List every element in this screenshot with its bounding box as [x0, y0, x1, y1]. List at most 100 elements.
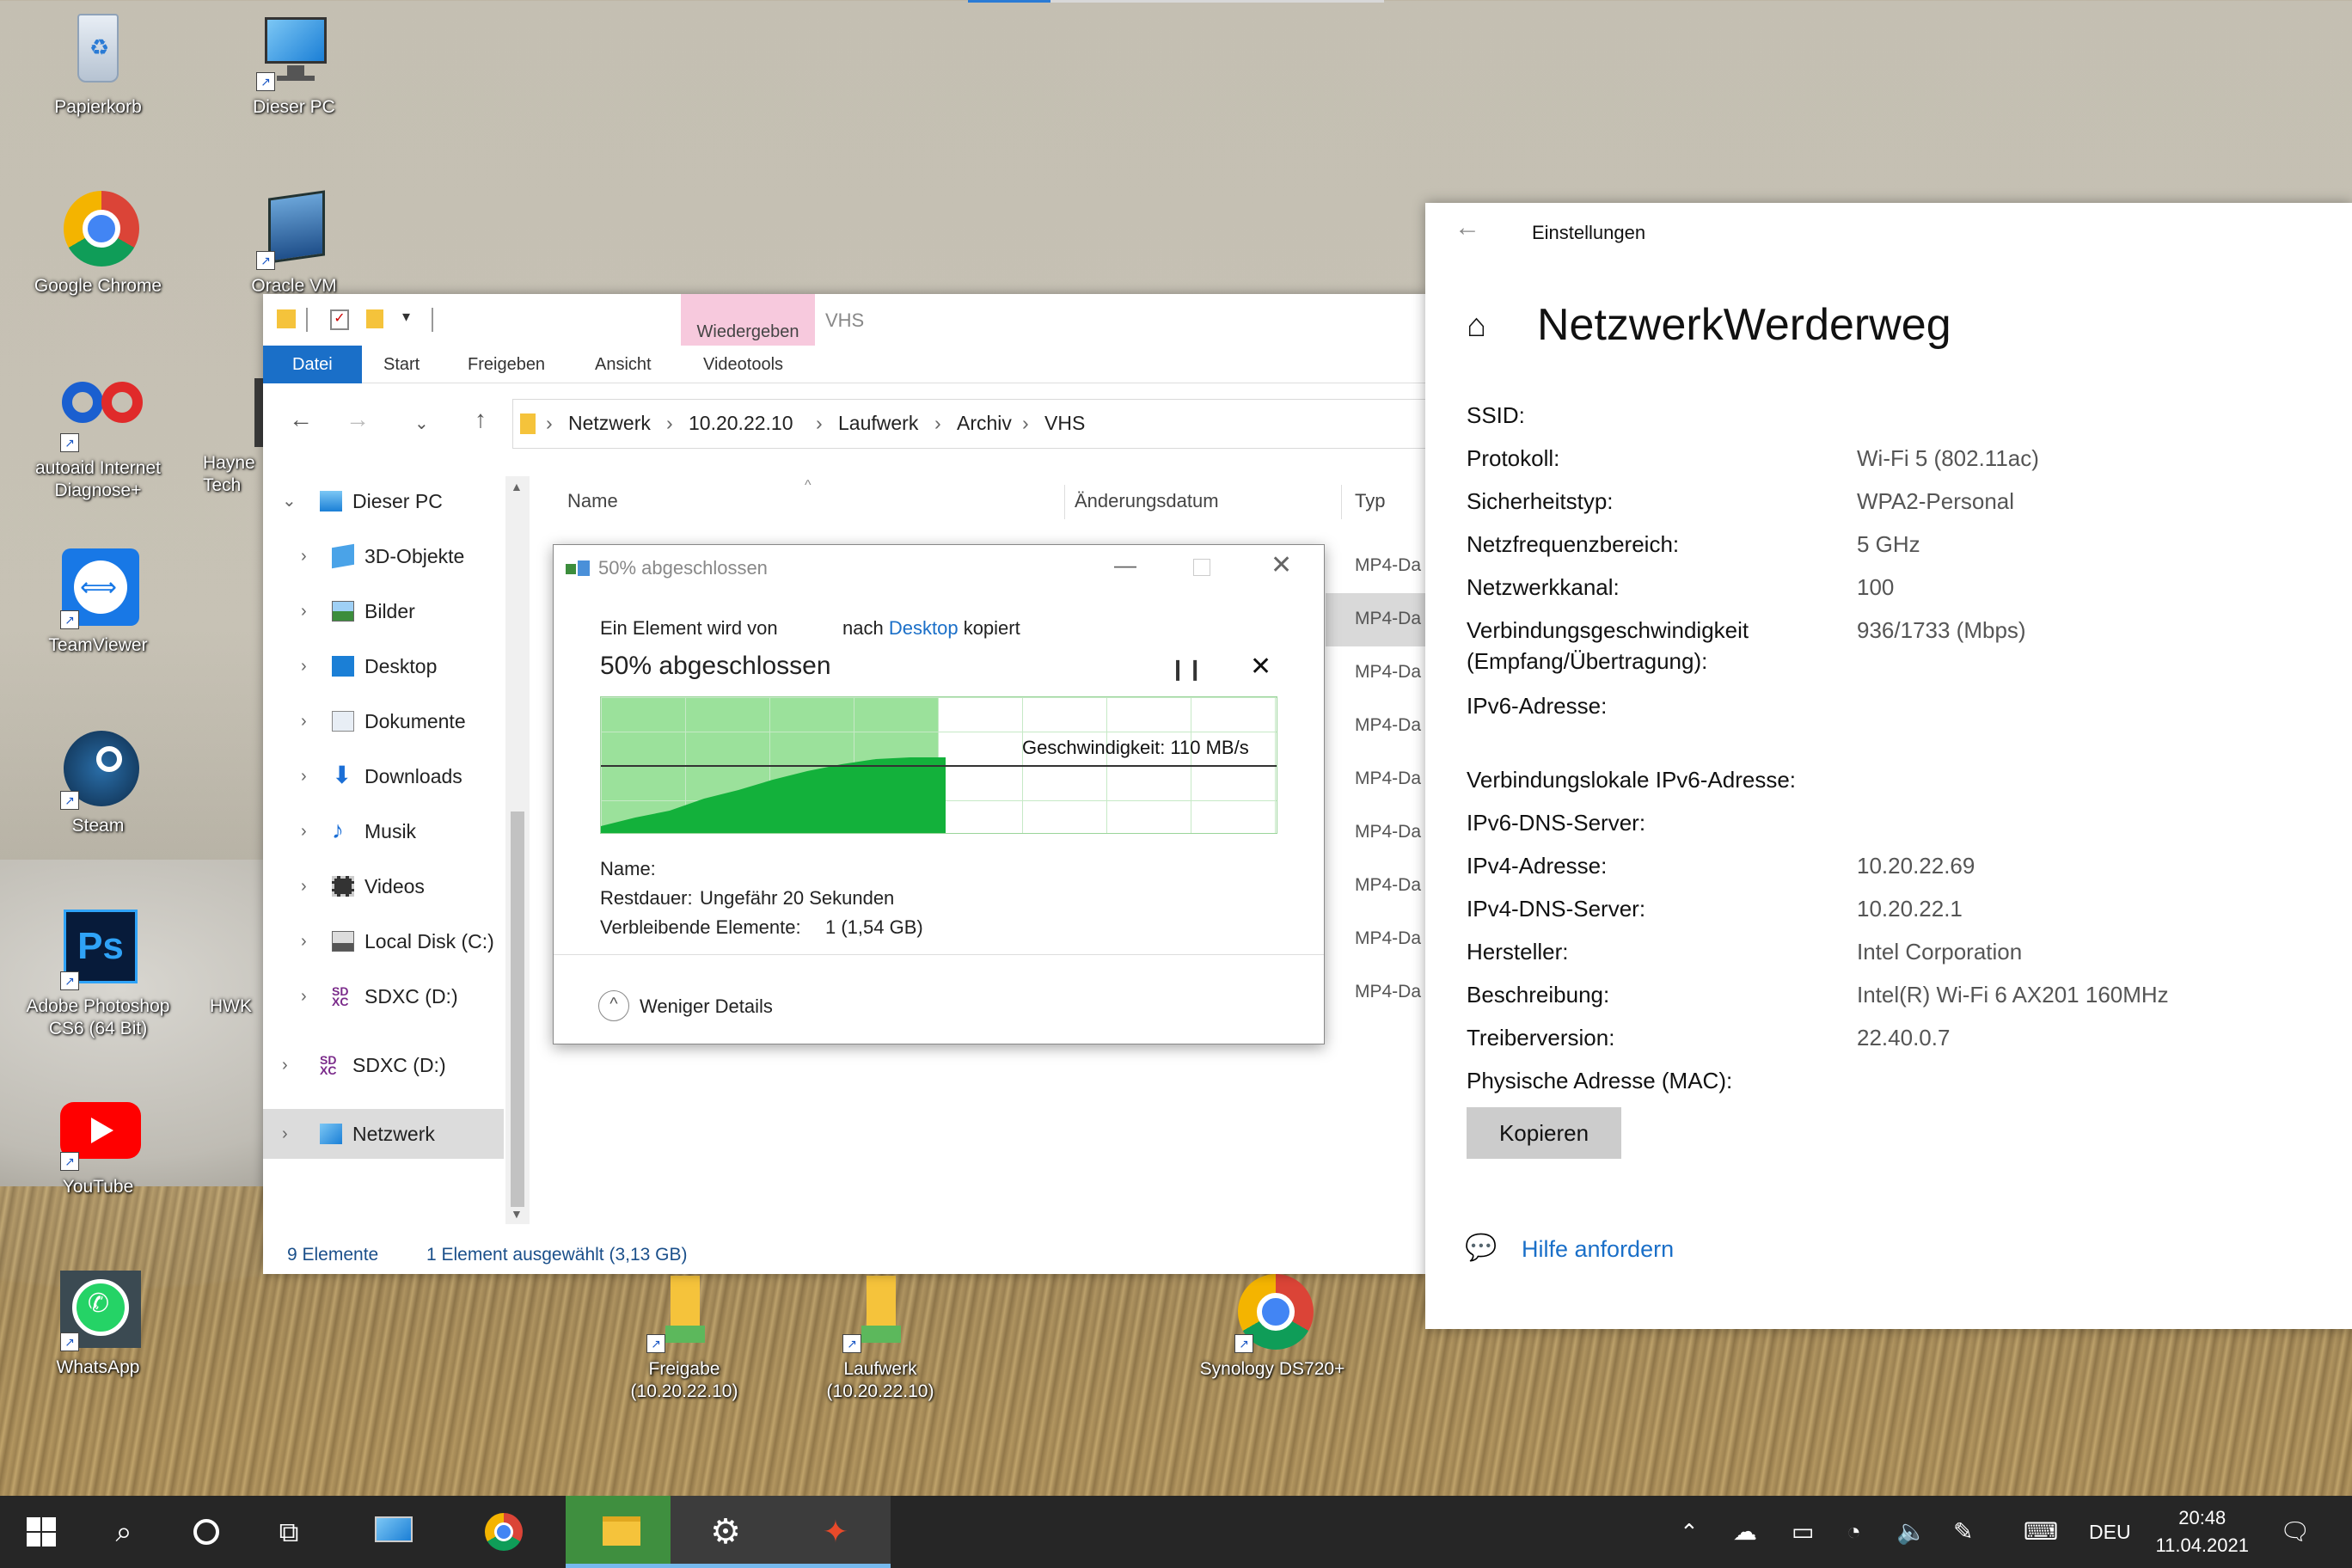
chevron-right-icon[interactable]: ›: [301, 531, 307, 581]
nav-item-sdxc-1[interactable]: › SD XC SDXC (D:): [263, 971, 504, 1021]
desktop-icon-hayne[interactable]: Hayne Tech: [203, 370, 263, 497]
nav-item-music[interactable]: › ♪ Musik: [263, 806, 504, 856]
forward-arrow-icon[interactable]: →: [346, 406, 370, 433]
keyboard-icon[interactable]: ⌨: [2024, 1496, 2058, 1568]
chevron-right-icon[interactable]: ›: [301, 971, 307, 1021]
chevron-right-icon[interactable]: ›: [301, 861, 307, 911]
desktop-icon-recycle-bin[interactable]: ♻ Papierkorb: [12, 9, 184, 119]
taskbar-file-explorer[interactable]: [566, 1496, 677, 1568]
taskbar-chrome[interactable]: [449, 1496, 559, 1568]
onedrive-cloud-icon[interactable]: ☁: [1733, 1496, 1757, 1568]
pause-icon[interactable]: ❙❙: [1169, 657, 1204, 682]
nav-item-3d-objects[interactable]: › 3D-Objekte: [263, 531, 504, 581]
language-indicator[interactable]: DEU: [2089, 1496, 2131, 1568]
notification-icon[interactable]: 🗨: [2280, 1496, 2311, 1568]
address-bar[interactable]: › Netzwerk › 10.20.22.10 › Laufwerk › Ar…: [512, 399, 1427, 449]
desktop-icon-photoshop[interactable]: Ps ↗ Adobe Photoshop CS6 (64 Bit): [12, 908, 184, 1040]
chevron-right-icon[interactable]: ›: [301, 806, 307, 856]
nav-item-local-disk[interactable]: › Local Disk (C:): [263, 916, 504, 966]
chevron-right-icon[interactable]: ›: [301, 751, 307, 801]
desktop-icon-this-pc[interactable]: ↗ Dieser PC: [208, 9, 380, 119]
desktop-icon-freigabe[interactable]: ↗ Freigabe (10.20.22.10): [598, 1271, 770, 1403]
copy-button[interactable]: Kopieren: [1467, 1107, 1621, 1159]
desktop-icon-steam[interactable]: ↗ Steam: [12, 727, 184, 837]
home-icon[interactable]: ⌂: [1467, 308, 1486, 345]
tab-view[interactable]: Ansicht: [595, 346, 652, 383]
nav-item-pictures[interactable]: › Bilder: [263, 586, 504, 636]
column-header-type[interactable]: Typ: [1355, 490, 1385, 512]
nav-scrollbar[interactable]: ▲ ▼: [505, 476, 530, 1224]
chevron-down-icon[interactable]: ⌄: [282, 476, 297, 526]
desktop-icon-teamviewer[interactable]: ⟺ ↗ TeamViewer: [12, 547, 184, 657]
desktop-icon-laufwerk[interactable]: ↗ Laufwerk (10.20.22.10): [794, 1271, 966, 1403]
scroll-up-icon[interactable]: ▲: [511, 480, 523, 493]
column-header-name[interactable]: Name: [567, 490, 618, 512]
breadcrumb-vhs[interactable]: VHS: [1044, 412, 1085, 435]
breadcrumb-laufwerk[interactable]: Laufwerk: [838, 412, 918, 435]
volume-icon[interactable]: 🔈: [1896, 1496, 1926, 1568]
nav-item-network[interactable]: › Netzwerk: [263, 1109, 504, 1159]
pen-icon[interactable]: ✎: [1953, 1496, 1973, 1568]
back-arrow-icon[interactable]: ←: [289, 406, 313, 433]
minimize-icon[interactable]: —: [1114, 552, 1136, 579]
show-hidden-icons-chevron-up-icon[interactable]: ⌃: [1680, 1496, 1699, 1568]
clock[interactable]: 20:48 11.04.2021: [2156, 1504, 2249, 1559]
tab-share[interactable]: Freigeben: [468, 346, 545, 383]
new-folder-icon[interactable]: [366, 309, 383, 328]
less-details-button[interactable]: Weniger Details: [640, 995, 773, 1018]
chrome-icon: [57, 187, 139, 270]
back-arrow-icon[interactable]: ←: [1455, 213, 1480, 242]
chevron-up-icon[interactable]: ^: [598, 990, 629, 1021]
properties-icon[interactable]: ✓: [330, 309, 349, 330]
laptop-icon: [375, 1516, 413, 1542]
cortana-icon[interactable]: [165, 1496, 248, 1568]
taskbar-app[interactable]: ✦: [781, 1496, 891, 1568]
desktop-icon-youtube[interactable]: ↗ YouTube: [12, 1088, 184, 1198]
desktop-icon-synology[interactable]: ↗ Synology DS720+: [1186, 1271, 1358, 1381]
breadcrumb-ip[interactable]: 10.20.22.10: [689, 412, 793, 435]
help-link[interactable]: Hilfe anfordern: [1522, 1236, 1674, 1263]
tab-start[interactable]: Start: [383, 346, 420, 383]
nav-item-downloads[interactable]: › ⬇ Downloads: [263, 751, 504, 801]
taskbar-settings[interactable]: ⚙: [671, 1496, 781, 1568]
chevron-right-icon[interactable]: ›: [301, 916, 307, 966]
wifi-icon[interactable]: ◔: [1847, 1496, 1861, 1568]
battery-icon[interactable]: ▭: [1792, 1496, 1814, 1568]
breadcrumb-netzwerk[interactable]: Netzwerk: [568, 412, 651, 435]
task-view-icon[interactable]: ⧉: [248, 1496, 330, 1568]
remaining-items-label: Verbleibende Elemente:: [600, 916, 801, 938]
chevron-right-icon[interactable]: ›: [282, 1109, 288, 1159]
nav-item-documents[interactable]: › Dokumente: [263, 696, 504, 746]
nav-item-desktop[interactable]: › Desktop: [263, 641, 504, 691]
up-arrow-icon[interactable]: ↑: [475, 406, 487, 433]
nav-item-videos[interactable]: › Videos: [263, 861, 504, 911]
search-icon[interactable]: ⌕: [83, 1496, 165, 1568]
customize-qat-icon[interactable]: ▾: [402, 308, 410, 326]
tab-file[interactable]: Datei: [263, 346, 362, 383]
close-icon[interactable]: ✕: [1271, 550, 1292, 580]
monitor-icon: ↗: [253, 9, 335, 91]
nav-item-this-pc[interactable]: ⌄ Dieser PC: [263, 476, 504, 526]
start-button[interactable]: [0, 1496, 83, 1568]
chevron-right-icon[interactable]: ›: [301, 696, 307, 746]
chrome-icon: ↗: [1231, 1271, 1314, 1353]
scrollbar-thumb[interactable]: [511, 812, 524, 1207]
driver-version-value: 22.40.0.7: [1857, 1025, 1951, 1050]
desktop-icon-chrome[interactable]: Google Chrome: [12, 187, 184, 297]
chevron-right-icon[interactable]: ›: [301, 641, 307, 691]
maximize-icon: [1193, 559, 1210, 576]
chevron-right-icon[interactable]: ›: [282, 1040, 288, 1090]
scroll-down-icon[interactable]: ▼: [511, 1207, 523, 1221]
desktop-icon-whatsapp[interactable]: ✆ ↗ WhatsApp: [12, 1269, 184, 1379]
tab-videotools[interactable]: Videotools: [703, 346, 783, 383]
cancel-icon[interactable]: ✕: [1250, 652, 1271, 682]
desktop-icon-hwk[interactable]: HWK: [210, 995, 265, 1018]
chevron-right-icon[interactable]: ›: [301, 586, 307, 636]
desktop-icon-autoaid[interactable]: ↗ autoaid Internet Diagnose+: [12, 370, 184, 502]
taskbar-this-pc[interactable]: [339, 1496, 449, 1568]
breadcrumb-archiv[interactable]: Archiv: [957, 412, 1012, 435]
destination-link[interactable]: Desktop: [889, 617, 959, 639]
recent-chevron-down-icon[interactable]: ⌄: [414, 413, 429, 434]
column-header-date[interactable]: Änderungsdatum: [1075, 490, 1219, 512]
nav-item-sdxc-2[interactable]: › SD XC SDXC (D:): [263, 1040, 504, 1090]
